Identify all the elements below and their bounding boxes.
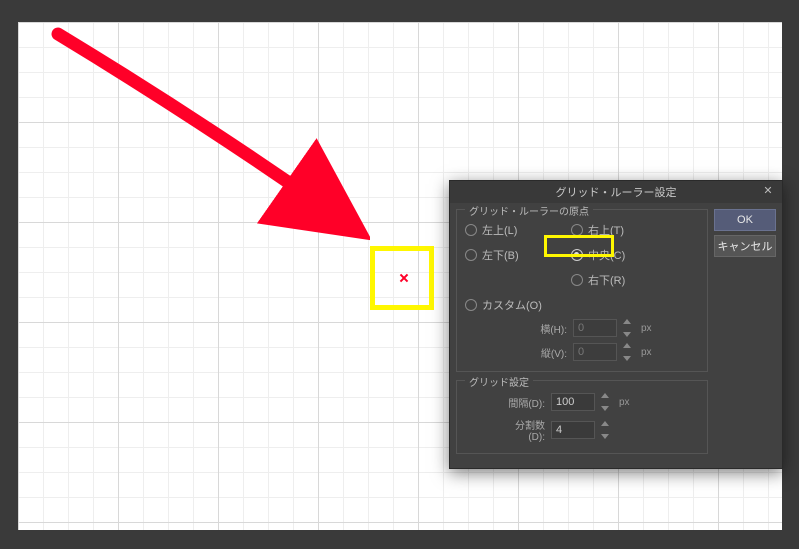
h-spinner[interactable]: [623, 319, 633, 337]
cancel-button[interactable]: キャンセル: [714, 235, 776, 257]
spacing-input[interactable]: 100: [551, 393, 595, 411]
dialog-titlebar[interactable]: グリッド・ルーラー設定 ✕: [450, 181, 782, 203]
radio-icon: [571, 249, 583, 261]
h-label: 横(H):: [525, 321, 567, 336]
chevron-up-icon[interactable]: [623, 343, 631, 348]
radio-bottom-right[interactable]: 右下(R): [571, 272, 661, 288]
chevron-down-icon[interactable]: [601, 406, 609, 411]
radio-icon: [465, 249, 477, 261]
divisions-label: 分割数(D):: [503, 417, 545, 443]
origin-group: グリッド・ルーラーの原点 左上(L) 右上(T) 左下(B): [456, 209, 708, 372]
ok-button[interactable]: OK: [714, 209, 776, 231]
v-label: 縦(V):: [525, 345, 567, 360]
chevron-down-icon[interactable]: [623, 356, 631, 361]
origin-group-title: グリッド・ルーラーの原点: [465, 203, 593, 218]
radio-custom[interactable]: カスタム(O): [465, 297, 555, 313]
radio-label: 右上(T): [588, 222, 624, 238]
divisions-input[interactable]: 4: [551, 421, 595, 439]
grid-group-title: グリッド設定: [465, 374, 533, 389]
v-unit: px: [641, 347, 652, 358]
radio-icon: [465, 224, 477, 236]
radio-label: 右下(R): [588, 272, 625, 288]
spacing-spinner[interactable]: [601, 393, 611, 411]
radio-icon: [571, 274, 583, 286]
h-input[interactable]: 0: [573, 319, 617, 337]
radio-label: 中央(C): [588, 247, 625, 263]
radio-bottom-left[interactable]: 左下(B): [465, 247, 555, 263]
v-input[interactable]: 0: [573, 343, 617, 361]
radio-label: 左下(B): [482, 247, 519, 263]
chevron-down-icon[interactable]: [601, 434, 609, 439]
spacing-unit: px: [619, 397, 630, 408]
radio-top-left[interactable]: 左上(L): [465, 222, 555, 238]
radio-center[interactable]: 中央(C): [571, 247, 661, 263]
radio-icon: [571, 224, 583, 236]
h-unit: px: [641, 323, 652, 334]
divisions-spinner[interactable]: [601, 421, 611, 439]
radio-label: 左上(L): [482, 222, 517, 238]
chevron-down-icon[interactable]: [623, 332, 631, 337]
grid-settings-group: グリッド設定 間隔(D): 100 px 分割数(D): 4: [456, 380, 708, 454]
radio-icon: [465, 299, 477, 311]
chevron-up-icon[interactable]: [623, 319, 631, 324]
radio-top-right[interactable]: 右上(T): [571, 222, 661, 238]
close-icon[interactable]: ✕: [760, 184, 776, 200]
spacing-label: 間隔(D):: [503, 395, 545, 410]
grid-ruler-settings-dialog: グリッド・ルーラー設定 ✕ グリッド・ルーラーの原点 左上(L) 右上(T): [449, 180, 783, 469]
chevron-up-icon[interactable]: [601, 421, 609, 426]
dialog-title: グリッド・ルーラー設定: [556, 184, 677, 200]
chevron-up-icon[interactable]: [601, 393, 609, 398]
v-spinner[interactable]: [623, 343, 633, 361]
radio-label: カスタム(O): [482, 297, 542, 313]
